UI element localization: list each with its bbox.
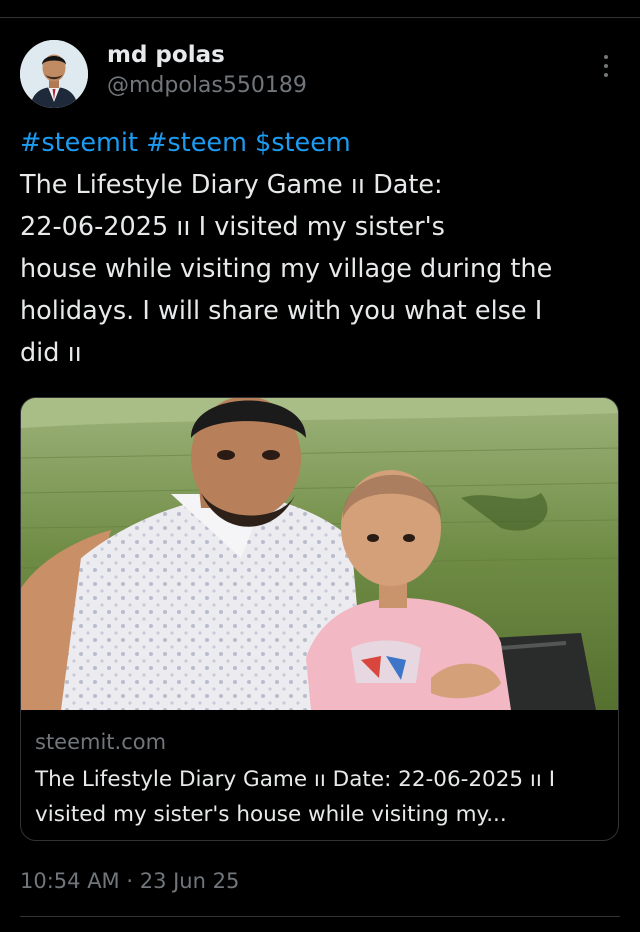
bottom-divider	[20, 916, 620, 917]
display-name[interactable]: md polas	[107, 40, 225, 70]
link-domain: steemit.com	[35, 730, 167, 754]
link-preview-image[interactable]	[21, 398, 618, 710]
link-preview-card[interactable]: steemit.com The Lifestyle Diary Game ıı …	[20, 397, 619, 841]
more-vertical-icon	[604, 55, 608, 59]
link-title-line: The Lifestyle Diary Game ıı Date: 22-06-…	[35, 767, 556, 792]
tweet-text: #steemit #steem $steem The Lifestyle Dia…	[20, 122, 610, 374]
tweet-text-line: 22-06-2025 ıı I visited my sister's	[20, 212, 445, 242]
hashtag-steem[interactable]: #steem	[146, 128, 247, 158]
avatar-portrait	[20, 40, 88, 108]
top-divider	[0, 17, 640, 18]
more-vertical-icon-dot	[604, 64, 608, 68]
more-vertical-icon-dot	[604, 73, 608, 77]
cashtag-steem[interactable]: $steem	[255, 128, 351, 158]
avatar[interactable]	[20, 40, 88, 108]
tweet-text-line: house while visiting my village during t…	[20, 254, 553, 284]
selfie-photo	[21, 398, 618, 710]
tweet-text-line: holidays. I will share with you what els…	[20, 296, 543, 326]
tweet-text-line: did ıı	[20, 338, 82, 368]
tweet-text-line: The Lifestyle Diary Game ıı Date:	[20, 170, 443, 200]
timestamp[interactable]: 10:54 AM · 23 Jun 25	[20, 866, 239, 896]
link-title-line: visited my sister's house while visiting…	[35, 802, 507, 827]
hashtag-line: #steemit #steem $steem	[20, 122, 610, 164]
link-title: The Lifestyle Diary Game ıı Date: 22-06-…	[35, 762, 605, 832]
more-options-button[interactable]	[594, 52, 618, 80]
user-handle[interactable]: @mdpolas550189	[107, 72, 307, 100]
hashtag-steemit[interactable]: #steemit	[20, 128, 138, 158]
